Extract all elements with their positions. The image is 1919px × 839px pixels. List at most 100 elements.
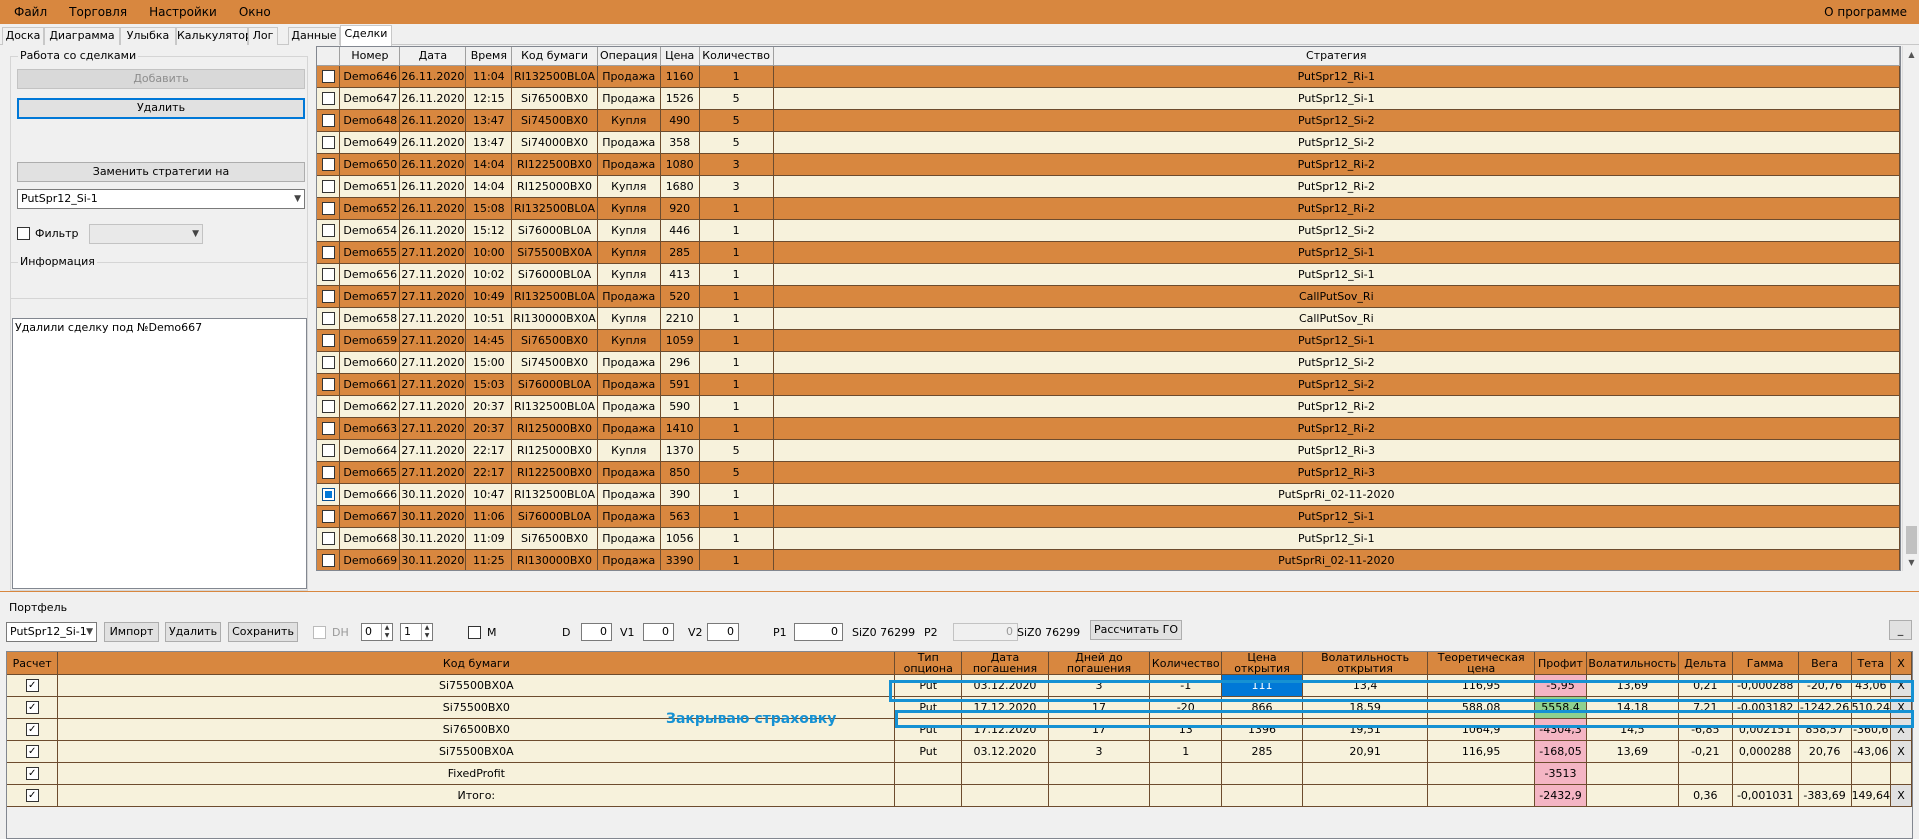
deal-checkbox[interactable] bbox=[321, 443, 335, 457]
deal-checkbox[interactable] bbox=[321, 223, 335, 237]
deal-select-cell[interactable] bbox=[317, 109, 341, 132]
deal-select-cell[interactable] bbox=[317, 549, 341, 570]
deal-checkbox[interactable] bbox=[321, 465, 335, 479]
deal-select-cell[interactable] bbox=[317, 527, 341, 550]
deal-row[interactable]: Demo655 27.11.2020 10:00 Si75500BX0A Купля 28… bbox=[317, 241, 1900, 264]
p2-input[interactable]: 0 bbox=[953, 623, 1018, 641]
calc-checkbox[interactable]: ✓ bbox=[25, 701, 39, 715]
calc-cell[interactable]: ✓ bbox=[7, 784, 59, 807]
deal-select-cell[interactable] bbox=[317, 329, 341, 352]
d-input[interactable]: 0 bbox=[581, 623, 612, 641]
deal-row[interactable]: Demo663 27.11.2020 20:37 RI125000BX0 Продажа… bbox=[317, 417, 1900, 440]
info-textbox[interactable]: Удалили сделку под №Demo667 bbox=[12, 318, 307, 589]
deal-row[interactable]: Demo648 26.11.2020 13:47 Si74500BX0 Купля 490… bbox=[317, 109, 1900, 132]
spin-arrows-icon[interactable]: ▲ ▼ bbox=[381, 624, 392, 640]
deal-checkbox[interactable] bbox=[321, 289, 335, 303]
replace-strategy-button[interactable]: Заменить стратегии на bbox=[17, 162, 305, 182]
scroll-up-icon[interactable]: ▲ bbox=[1903, 46, 1919, 63]
deals-col-header[interactable]: Операция bbox=[597, 47, 661, 66]
deal-row[interactable]: Demo664 27.11.2020 22:17 RI125000BX0 Купля 13… bbox=[317, 439, 1900, 462]
strategy-select[interactable]: PutSpr12_Si-1 ▼ bbox=[17, 189, 305, 209]
deal-checkbox[interactable] bbox=[321, 179, 335, 193]
deal-select-cell[interactable] bbox=[317, 417, 341, 440]
deals-col-header[interactable]: Стратегия bbox=[773, 47, 1900, 66]
portfolio-select[interactable]: PutSpr12_Si-1 ▼ bbox=[6, 622, 97, 642]
v1-input[interactable]: 0 bbox=[643, 623, 674, 641]
calc-go-button[interactable]: Рассчитать ГО bbox=[1090, 620, 1182, 640]
deal-checkbox[interactable] bbox=[321, 91, 335, 105]
deal-checkbox[interactable] bbox=[321, 531, 335, 545]
deal-checkbox[interactable] bbox=[321, 113, 335, 127]
remove-row-button[interactable]: X bbox=[1890, 696, 1912, 719]
deal-select-cell[interactable] bbox=[317, 241, 341, 264]
deal-checkbox[interactable] bbox=[321, 487, 335, 501]
deal-checkbox[interactable] bbox=[321, 311, 335, 325]
deal-row[interactable]: Demo661 27.11.2020 15:03 Si76000BL0A Продажа… bbox=[317, 373, 1900, 396]
deal-select-cell[interactable] bbox=[317, 439, 341, 462]
deal-row[interactable]: Demo667 30.11.2020 11:06 Si76000BL0A Продажа… bbox=[317, 505, 1900, 528]
deal-row[interactable]: Demo652 26.11.2020 15:08 RI132500BL0A Купля 9… bbox=[317, 197, 1900, 220]
deal-select-cell[interactable] bbox=[317, 263, 341, 286]
tab-deals[interactable]: Сделки bbox=[340, 25, 392, 46]
save-button[interactable]: Сохранить bbox=[228, 622, 298, 642]
deal-checkbox[interactable] bbox=[321, 333, 335, 347]
deal-checkbox[interactable] bbox=[321, 69, 335, 83]
deal-checkbox[interactable] bbox=[321, 377, 335, 391]
deal-checkbox[interactable] bbox=[321, 157, 335, 171]
deal-select-cell[interactable] bbox=[317, 461, 341, 484]
calc-cell[interactable]: ✓ bbox=[7, 762, 59, 785]
deal-row[interactable]: Demo651 26.11.2020 14:04 RI125000BX0 Купля 16… bbox=[317, 175, 1900, 198]
deal-select-cell[interactable] bbox=[317, 373, 341, 396]
calc-cell[interactable]: ✓ bbox=[7, 718, 59, 741]
deal-row[interactable]: Demo668 30.11.2020 11:09 Si76500BX0 Продажа 1… bbox=[317, 527, 1900, 550]
import-button[interactable]: Импорт bbox=[104, 622, 159, 642]
deal-checkbox[interactable] bbox=[321, 135, 335, 149]
tab-calculator[interactable]: Калькулятор bbox=[176, 27, 252, 45]
delete-button[interactable]: Удалить bbox=[17, 98, 305, 119]
deals-col-header[interactable]: Количество bbox=[699, 47, 774, 66]
deal-select-cell[interactable] bbox=[317, 505, 341, 528]
remove-row-button[interactable]: X bbox=[1890, 740, 1912, 763]
deals-col-header[interactable]: Дата bbox=[399, 47, 467, 66]
spin-arrows-icon[interactable]: ▲ ▼ bbox=[421, 624, 432, 640]
calc-cell[interactable]: ✓ bbox=[7, 696, 59, 719]
tab-board[interactable]: Доска bbox=[2, 27, 44, 45]
menu-trading[interactable]: Торговля bbox=[58, 0, 138, 24]
tab-data[interactable]: Данные bbox=[288, 27, 340, 45]
deal-select-cell[interactable] bbox=[317, 483, 341, 506]
menu-about[interactable]: О программе bbox=[1813, 0, 1919, 24]
deal-row[interactable]: Demo660 27.11.2020 15:00 Si74500BX0 Продажа 2… bbox=[317, 351, 1900, 374]
remove-row-button[interactable]: X bbox=[1890, 674, 1912, 697]
scroll-down-icon[interactable]: ▼ bbox=[1903, 554, 1919, 571]
deal-checkbox[interactable] bbox=[321, 421, 335, 435]
deal-select-cell[interactable] bbox=[317, 395, 341, 418]
deal-select-cell[interactable] bbox=[317, 175, 341, 198]
calc-checkbox[interactable]: ✓ bbox=[25, 679, 39, 693]
calc-cell[interactable]: ✓ bbox=[7, 674, 59, 697]
deals-scrollbar[interactable]: ▲ ▼ bbox=[1902, 46, 1919, 571]
deal-select-cell[interactable] bbox=[317, 351, 341, 374]
deal-select-cell[interactable] bbox=[317, 65, 341, 88]
p1-input[interactable]: 0 bbox=[794, 623, 843, 641]
remove-row-button[interactable]: X bbox=[1890, 718, 1912, 741]
menu-file[interactable]: Файл bbox=[0, 0, 58, 24]
tab-diagram[interactable]: Диаграмма bbox=[44, 27, 120, 45]
deal-select-cell[interactable] bbox=[317, 197, 341, 220]
deal-row[interactable]: Demo658 27.11.2020 10:51 RI130000BX0A Купля 2… bbox=[317, 307, 1900, 330]
calc-checkbox[interactable]: ✓ bbox=[25, 767, 39, 781]
splitter[interactable] bbox=[0, 591, 1919, 599]
deals-col-header[interactable]: Время bbox=[465, 47, 513, 66]
v2-input[interactable]: 0 bbox=[707, 623, 739, 641]
add-button[interactable]: Добавить bbox=[17, 69, 305, 89]
m-checkbox[interactable] bbox=[468, 626, 481, 639]
deals-col-header[interactable]: Номер bbox=[339, 47, 401, 66]
deal-row[interactable]: Demo666 30.11.2020 10:47 RI132500BL0A Продаж… bbox=[317, 483, 1900, 506]
dh-checkbox[interactable] bbox=[313, 626, 326, 639]
deal-select-cell[interactable] bbox=[317, 87, 341, 110]
scroll-thumb[interactable] bbox=[1906, 526, 1917, 554]
deal-checkbox[interactable] bbox=[321, 355, 335, 369]
filter-checkbox[interactable] bbox=[17, 227, 30, 240]
tab-log[interactable]: Лог bbox=[248, 27, 278, 45]
deal-checkbox[interactable] bbox=[321, 509, 335, 523]
remove-row-button[interactable]: X bbox=[1890, 784, 1912, 807]
